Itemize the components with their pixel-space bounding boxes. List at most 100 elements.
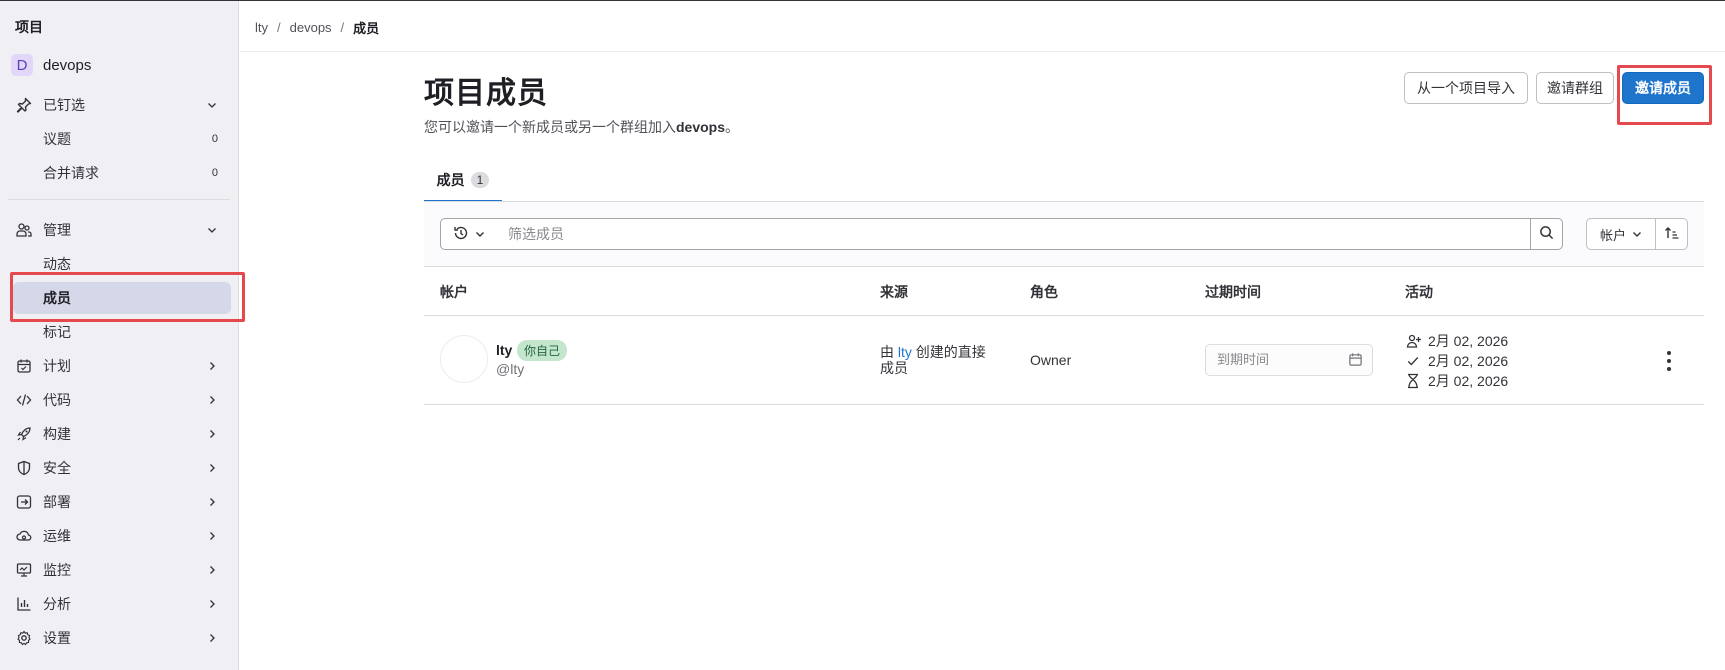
sidebar-item-label: 管理 (43, 222, 71, 238)
chevron-down-icon (206, 224, 218, 236)
sidebar-item-label: 分析 (43, 596, 71, 612)
source-user-link[interactable]: lty (898, 344, 912, 360)
invite-group-button[interactable]: 邀请群组 (1536, 72, 1614, 104)
chart-icon (15, 595, 33, 613)
project-name: devops (43, 56, 92, 74)
member-role: Owner (1030, 352, 1072, 368)
recent-searches-button[interactable] (440, 218, 498, 250)
users-icon (15, 221, 33, 239)
source-prefix: 由 (880, 344, 898, 360)
calendar-icon (15, 357, 33, 375)
self-badge: 你自己 (517, 340, 568, 361)
sidebar-item-analyze[interactable]: 分析 (8, 588, 230, 620)
avatar[interactable] (440, 335, 488, 383)
page-title: 项目成员 (424, 77, 548, 110)
sidebar-item-security[interactable]: 安全 (8, 452, 230, 484)
sidebar-item-label: 议题 (43, 131, 71, 147)
search-button[interactable] (1530, 218, 1563, 250)
member-username: @lty (496, 361, 525, 377)
sidebar-divider (8, 199, 230, 200)
sidebar-item-label: 运维 (43, 528, 71, 544)
chevron-right-icon (206, 462, 218, 474)
sidebar-item-operate[interactable]: 运维 (8, 520, 230, 552)
breadcrumb-item-current[interactable]: 成员 (353, 18, 379, 37)
column-header-expiration: 过期时间 (1205, 284, 1261, 300)
sidebar-item-label: 安全 (43, 460, 71, 476)
count-badge: 0 (211, 167, 218, 179)
sidebar-item-label: 监控 (43, 562, 71, 578)
chevron-right-icon (206, 598, 218, 610)
hourglass-icon (1406, 373, 1424, 389)
sidebar-section-title: 项目 (15, 19, 43, 35)
sidebar-item-issues[interactable]: 议题 0 (8, 123, 230, 155)
user-add-icon (1406, 333, 1424, 349)
filter-members-input[interactable]: 筛选成员 (497, 218, 1531, 250)
sort-ascending-icon (1664, 225, 1680, 244)
import-from-project-button[interactable]: 从一个项目导入 (1404, 72, 1528, 104)
sidebar: 项目 D devops 已钉选 议题 0 合并请求 0 管理 动态 成员 标记 … (0, 1, 239, 670)
breadcrumb-item-user[interactable]: lty (255, 20, 268, 35)
activity-user-created: 2月 02, 2026 (1406, 331, 1508, 351)
sort-label: 帐户 (1599, 227, 1626, 243)
more-actions-kebab-icon[interactable] (1662, 349, 1676, 373)
page-description: 您可以邀请一个新成员或另一个群组加入devops。 (424, 117, 739, 137)
sidebar-item-label: 合并请求 (43, 165, 99, 181)
header-divider (240, 51, 1725, 52)
sidebar-item-merge-requests[interactable]: 合并请求 0 (8, 157, 230, 189)
sidebar-item-build[interactable]: 构建 (8, 418, 230, 450)
description-suffix: 。 (725, 119, 740, 135)
member-name[interactable]: lty (496, 342, 512, 358)
sidebar-item-pinned[interactable]: 已钉选 (8, 89, 230, 121)
sort-direction-button[interactable] (1655, 218, 1688, 250)
highlight-box-invite (1617, 65, 1712, 125)
tab-members[interactable]: 成员 1 (424, 160, 502, 202)
calendar-icon (1348, 352, 1363, 370)
chevron-down-icon (475, 226, 485, 242)
column-header-source: 来源 (880, 284, 908, 300)
sidebar-item-monitor[interactable]: 监控 (8, 554, 230, 586)
sidebar-item-plan[interactable]: 计划 (8, 350, 230, 382)
shield-icon (15, 459, 33, 477)
description-text: 您可以邀请一个新成员或另一个群组加入 (424, 119, 676, 135)
sidebar-item-label: 标记 (43, 324, 71, 340)
sidebar-item-settings[interactable]: 设置 (8, 622, 230, 654)
deploy-icon (15, 493, 33, 511)
sidebar-item-manage[interactable]: 管理 (8, 214, 230, 246)
sidebar-item-code[interactable]: 代码 (8, 384, 230, 416)
sort-by-select[interactable]: 帐户 (1586, 218, 1656, 250)
check-icon (1406, 354, 1424, 368)
breadcrumb-separator: / (277, 20, 281, 35)
member-source: 由 lty 创建的直接成员 (880, 344, 998, 376)
tab-label: 成员 (436, 172, 465, 188)
column-header-activity: 活动 (1405, 284, 1433, 300)
activity-last-activity: 2月 02, 2026 (1406, 371, 1508, 391)
tab-count-badge: 1 (470, 172, 490, 188)
chevron-down-icon (206, 99, 218, 111)
chevron-right-icon (206, 428, 218, 440)
chevron-right-icon (206, 496, 218, 508)
chevron-right-icon (206, 394, 218, 406)
pin-icon (15, 96, 33, 114)
table-header-divider (424, 315, 1704, 316)
sidebar-item-label: 已钉选 (43, 97, 85, 113)
activity-date: 2月 02, 2026 (1428, 373, 1509, 389)
sidebar-item-deploy[interactable]: 部署 (8, 486, 230, 518)
rocket-icon (15, 425, 33, 443)
sidebar-item-label: 动态 (43, 256, 71, 272)
sidebar-item-label: 部署 (43, 494, 71, 510)
chevron-down-icon (1632, 227, 1642, 242)
column-header-account[interactable]: 帐户 (440, 282, 468, 302)
sidebar-item-label: 计划 (43, 358, 71, 374)
chevron-right-icon (206, 360, 218, 372)
breadcrumb-separator: / (340, 20, 345, 35)
monitor-icon (15, 561, 33, 579)
column-header-role: 角色 (1030, 284, 1058, 300)
activity-date: 2月 02, 2026 (1428, 353, 1509, 369)
breadcrumb-item-project[interactable]: devops (290, 20, 332, 35)
chevron-right-icon (206, 530, 218, 542)
sidebar-project[interactable]: D devops (11, 54, 91, 76)
search-icon (1539, 225, 1554, 243)
activity-date: 2月 02, 2026 (1428, 333, 1509, 349)
code-icon (15, 391, 33, 409)
count-badge: 0 (211, 133, 218, 145)
